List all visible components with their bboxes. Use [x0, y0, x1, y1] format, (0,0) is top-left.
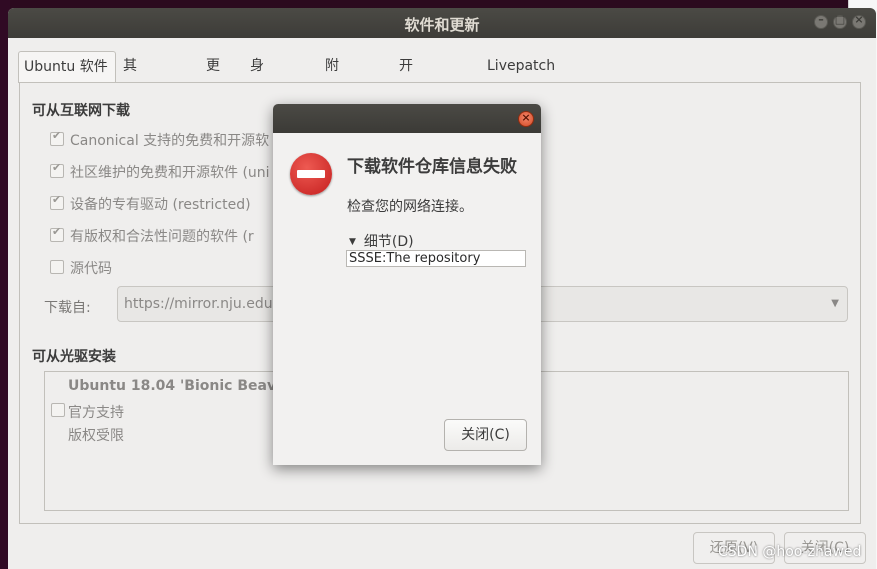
tab-other-software[interactable]: 其它软件 — [118, 51, 142, 164]
cdrom-disc-name: Ubuntu 18.04 'Bionic Beaver' — [68, 378, 297, 394]
option-canonical[interactable]: Canonical 支持的免费和开源软 — [50, 129, 269, 152]
option-source-code[interactable]: 源代码 — [50, 258, 112, 280]
tab-additional-drivers[interactable]: 附加驱动 — [320, 51, 344, 164]
option-restricted[interactable]: 设备的专有驱动 (restricted) — [50, 193, 251, 216]
details-text-field[interactable]: SSSE:The repository — [346, 250, 526, 267]
download-from-label: 下载自: — [44, 300, 91, 316]
triangle-down-icon: ▼ — [349, 237, 356, 247]
tab-livepatch[interactable]: Livepatch — [482, 51, 560, 83]
cdrom-restricted-label: 版权受限 — [68, 428, 124, 444]
chevron-down-icon: ▼ — [831, 298, 839, 309]
window-title: 软件和更新 — [404, 16, 480, 34]
close-icon[interactable]: × — [852, 13, 866, 29]
watermark: CSDN @hoo-zhawed — [718, 544, 862, 560]
tab-updates[interactable]: 更新 — [201, 51, 225, 104]
internet-section-title: 可从互联网下载 — [32, 103, 130, 119]
download-server-value: https://mirror.nju.edu — [124, 296, 273, 312]
checkbox-icon[interactable] — [50, 193, 64, 210]
tab-ubuntu-software[interactable]: Ubuntu 软件 — [18, 51, 116, 83]
error-dialog: × 下载软件仓库信息失败 检查您的网络连接。 ▼ 细节(D) SSSE:The r… — [273, 104, 541, 465]
tab-authentication[interactable]: 身份验证 — [245, 51, 269, 164]
maximize-icon[interactable]: □ — [833, 13, 847, 29]
details-label: 细节(D) — [363, 234, 414, 250]
tab-developer-options[interactable]: 开发者选项 — [394, 51, 418, 194]
minimize-icon[interactable]: – — [814, 13, 828, 29]
checkbox-icon[interactable] — [50, 129, 64, 146]
dialog-close-button[interactable]: 关闭(C) — [444, 419, 527, 451]
dialog-close-icon[interactable]: × — [518, 111, 534, 127]
dialog-titlebar[interactable] — [273, 104, 541, 133]
dialog-message: 检查您的网络连接。 — [347, 199, 473, 215]
dialog-heading: 下载软件仓库信息失败 — [347, 157, 517, 177]
checkbox-icon[interactable] — [50, 161, 64, 178]
details-expander[interactable]: ▼ 细节(D) — [349, 231, 414, 251]
checkbox-icon[interactable] — [50, 260, 64, 274]
cdrom-main-label: 官方支持 — [68, 405, 124, 421]
option-universe[interactable]: 社区维护的免费和开源软件 (uni — [50, 161, 270, 184]
window-titlebar[interactable]: 软件和更新 – □ × — [8, 8, 876, 38]
cdrom-section-title: 可从光驱安装 — [32, 349, 116, 365]
checkbox-icon[interactable] — [50, 225, 64, 242]
option-multiverse[interactable]: 有版权和合法性问题的软件 (r — [50, 225, 254, 248]
checkbox-icon[interactable] — [51, 403, 65, 417]
error-icon — [290, 153, 332, 195]
